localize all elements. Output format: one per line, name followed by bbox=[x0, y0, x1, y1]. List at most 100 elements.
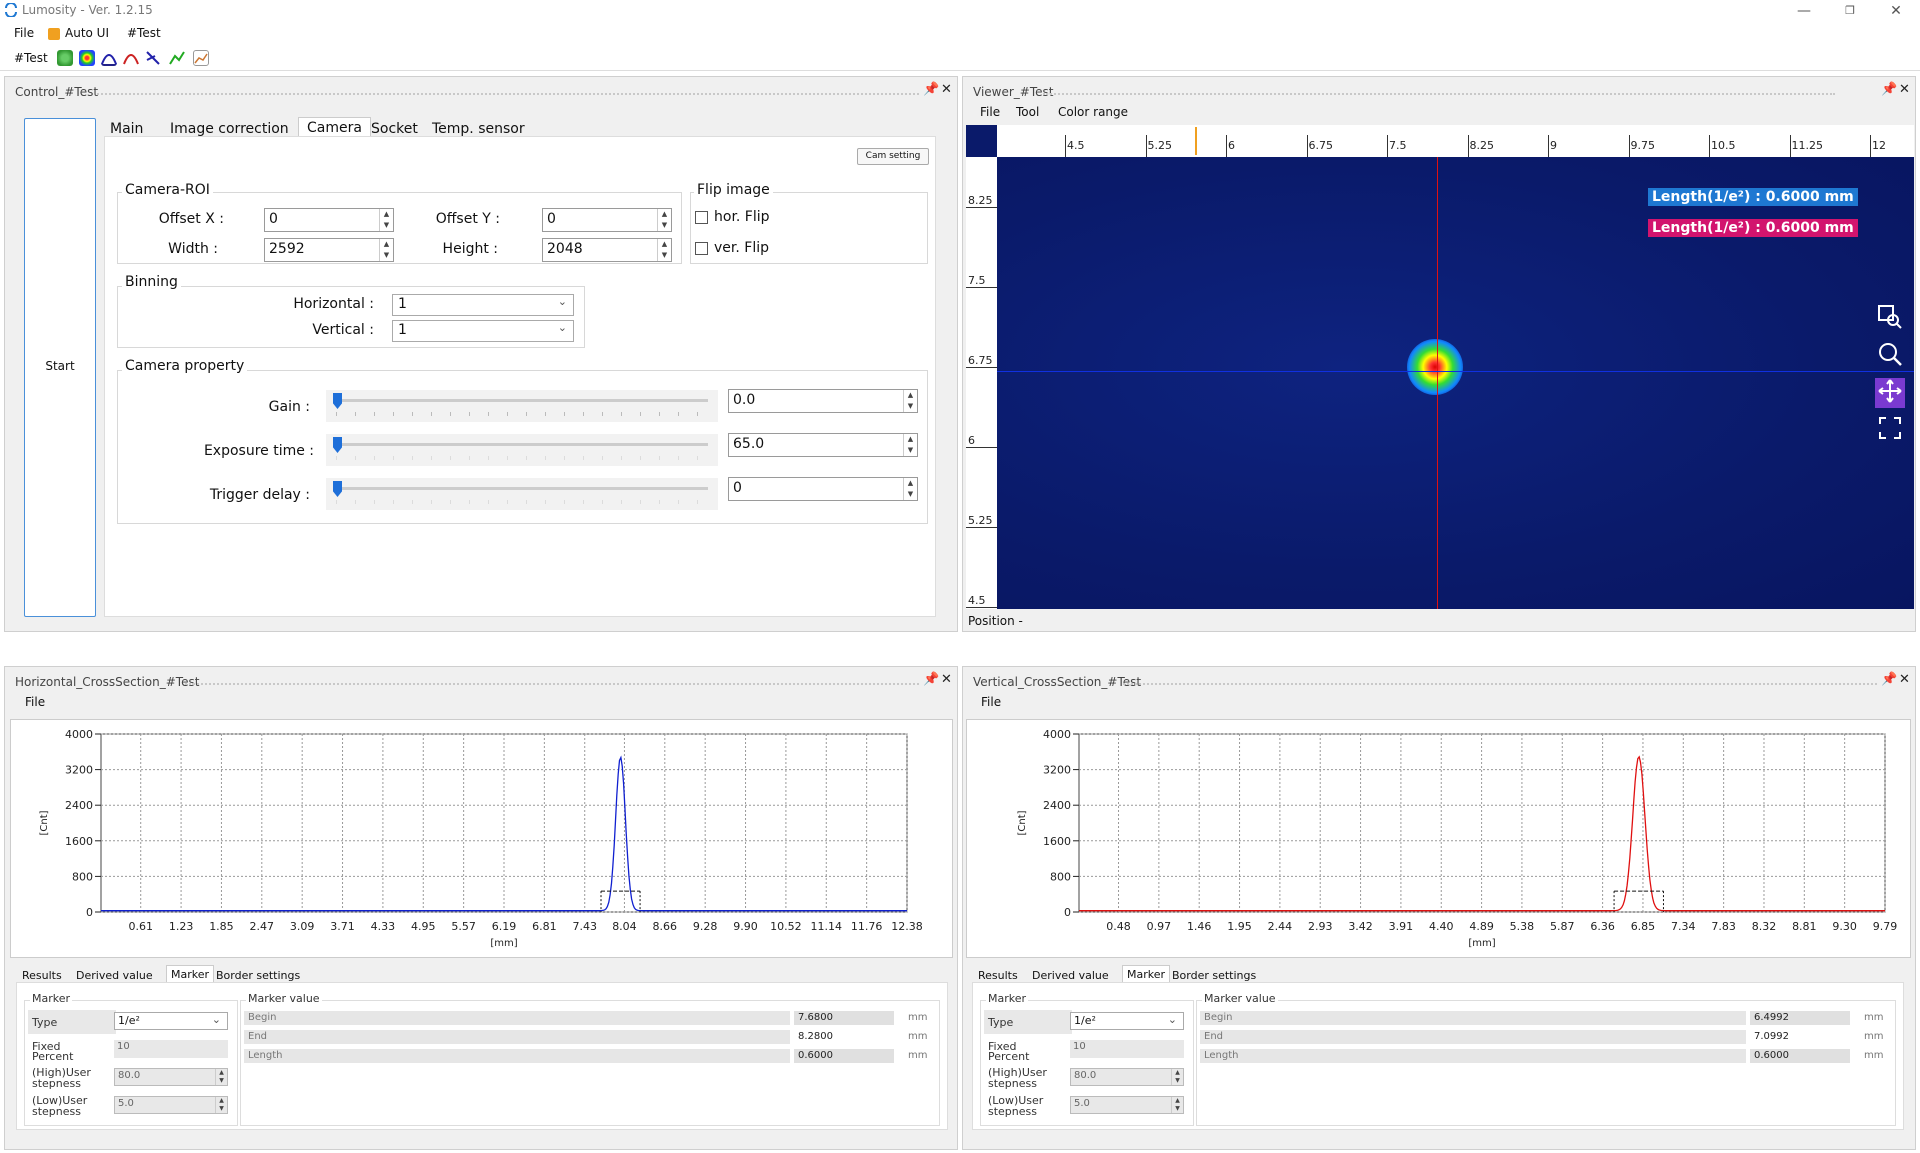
measure-line-icon[interactable] bbox=[145, 50, 161, 66]
x-tick-label: 4.33 bbox=[371, 920, 396, 933]
menu-file[interactable]: File bbox=[14, 26, 34, 40]
pin-icon[interactable]: 📌 bbox=[1881, 672, 1897, 687]
trigger-delay-value: 0 bbox=[733, 480, 742, 496]
hcross-length-unit: mm bbox=[908, 1050, 928, 1061]
vertical-profile-chart[interactable]: 0.48 0.97 1.46 1.95 2.44 2.93 3.42 3.91 4.40 4.89… bbox=[966, 719, 1911, 958]
spin-arrows-icon[interactable]: ▲ ▼ bbox=[657, 209, 671, 231]
viewer-menu-color-range[interactable]: Color range bbox=[1058, 105, 1128, 119]
spin-arrows-icon[interactable]: ▲ ▼ bbox=[903, 434, 917, 456]
tab-image-correction[interactable]: Image correction bbox=[170, 121, 289, 137]
spin-arrows-icon[interactable]: ▲ ▼ bbox=[379, 239, 393, 261]
minimize-icon[interactable]: — bbox=[1784, 0, 1824, 22]
x-tick-label: 6.81 bbox=[532, 920, 557, 933]
slider-track bbox=[336, 487, 708, 490]
tab-socket[interactable]: Socket bbox=[371, 121, 418, 137]
x-tick-label: 9.30 bbox=[1832, 920, 1857, 933]
x-tick-label: 2.44 bbox=[1268, 920, 1293, 933]
pin-icon[interactable]: 📌 bbox=[923, 672, 939, 687]
height-input[interactable]: 2048 ▲ ▼ bbox=[542, 238, 672, 262]
horizontal-binning-select[interactable]: 1 ⌄ bbox=[392, 294, 574, 316]
hcross-fixed-percent-input[interactable]: 10 bbox=[114, 1040, 228, 1058]
width-input[interactable]: 2592 ▲ ▼ bbox=[264, 238, 394, 262]
vcross-tab-derived-value[interactable]: Derived value bbox=[1032, 969, 1109, 982]
hcross-tab-border-settings[interactable]: Border settings bbox=[216, 969, 300, 982]
menu-test[interactable]: #Test bbox=[127, 26, 161, 40]
settings-gear-icon[interactable] bbox=[57, 50, 73, 66]
start-button[interactable]: Start bbox=[24, 118, 96, 617]
trend-chart-icon[interactable] bbox=[193, 50, 209, 66]
curve-fit-icon[interactable] bbox=[101, 50, 117, 66]
spin-arrows-icon[interactable]: ▲ ▼ bbox=[215, 1097, 227, 1113]
red-curve-icon[interactable] bbox=[123, 50, 139, 66]
close-window-icon[interactable]: ✕ bbox=[1876, 0, 1916, 22]
offset-x-label: Offset X : bbox=[158, 211, 224, 227]
close-panel-icon[interactable]: ✕ bbox=[941, 82, 952, 97]
exposure-slider[interactable] bbox=[326, 434, 718, 466]
hcross-type-select[interactable]: 1/e² ⌄ bbox=[114, 1012, 228, 1030]
hcross-menu-file[interactable]: File bbox=[25, 695, 45, 709]
vcross-tab-marker[interactable]: Marker bbox=[1122, 965, 1171, 983]
offset-x-input[interactable]: 0 ▲ ▼ bbox=[264, 208, 394, 232]
magnifier-icon[interactable] bbox=[1875, 341, 1905, 371]
close-panel-icon[interactable]: ✕ bbox=[1899, 82, 1910, 97]
close-panel-icon[interactable]: ✕ bbox=[941, 672, 952, 687]
slider-thumb[interactable] bbox=[333, 481, 342, 497]
hcross-tab-marker[interactable]: Marker bbox=[166, 965, 215, 983]
viewer-menu-tool[interactable]: Tool bbox=[1016, 105, 1039, 119]
spin-arrows-icon[interactable]: ▲ ▼ bbox=[379, 209, 393, 231]
spin-arrows-icon[interactable]: ▲ ▼ bbox=[215, 1069, 227, 1085]
length-label-horizontal: Length(1/e²) : 0.6000 mm bbox=[1648, 188, 1858, 206]
hcross-length-value: 0.6000 bbox=[794, 1049, 894, 1063]
spin-arrows-icon[interactable]: ▲ ▼ bbox=[903, 390, 917, 412]
hcross-high-stepness-input[interactable]: 80.0 ▲ ▼ bbox=[114, 1068, 228, 1086]
horizontal-profile-chart[interactable]: 0.61 1.23 1.85 2.47 3.09 3.71 4.33 4.95 5.57 6.19… bbox=[10, 719, 953, 958]
cam-setting-button[interactable]: Cam setting bbox=[857, 148, 929, 165]
vruler-tick-label: 6 bbox=[968, 434, 975, 447]
vcross-menu-file[interactable]: File bbox=[981, 695, 1001, 709]
trigger-delay-slider[interactable] bbox=[326, 478, 718, 510]
spin-arrows-icon[interactable]: ▲ ▼ bbox=[1171, 1097, 1183, 1113]
hcross-fixed-label-2: Percent bbox=[32, 1050, 74, 1063]
zoom-region-icon[interactable] bbox=[1875, 304, 1905, 334]
hcross-low-stepness-input[interactable]: 5.0 ▲ ▼ bbox=[114, 1096, 228, 1114]
tab-temp-sensor[interactable]: Temp. sensor bbox=[432, 121, 525, 137]
move-icon[interactable] bbox=[1875, 378, 1905, 408]
x-tick-label: 3.42 bbox=[1348, 920, 1373, 933]
green-chart-icon[interactable] bbox=[169, 50, 185, 66]
tab-main[interactable]: Main bbox=[110, 121, 143, 137]
restore-icon[interactable]: ❐ bbox=[1830, 0, 1870, 22]
hcross-tab-results[interactable]: Results bbox=[22, 969, 62, 982]
spin-arrows-icon[interactable]: ▲ ▼ bbox=[1171, 1069, 1183, 1085]
vcross-tab-results[interactable]: Results bbox=[978, 969, 1018, 982]
gain-slider[interactable] bbox=[326, 390, 718, 422]
viewer-menu-file[interactable]: File bbox=[980, 105, 1000, 119]
vcross-high-label-2: stepness bbox=[988, 1077, 1037, 1090]
fit-screen-icon[interactable] bbox=[1875, 415, 1905, 445]
offset-x-value: 0 bbox=[269, 211, 278, 227]
x-tick-label: 9.28 bbox=[693, 920, 718, 933]
vcross-tab-border-settings[interactable]: Border settings bbox=[1172, 969, 1256, 982]
spin-arrows-icon[interactable]: ▲ ▼ bbox=[657, 239, 671, 261]
ver-flip-checkbox[interactable] bbox=[695, 242, 708, 255]
pin-icon[interactable]: 📌 bbox=[1881, 82, 1897, 97]
slider-thumb[interactable] bbox=[333, 437, 342, 453]
vcross-high-stepness-input[interactable]: 80.0 ▲ ▼ bbox=[1070, 1068, 1184, 1086]
offset-y-input[interactable]: 0 ▲ ▼ bbox=[542, 208, 672, 232]
vcross-type-select[interactable]: 1/e² ⌄ bbox=[1070, 1012, 1184, 1030]
close-panel-icon[interactable]: ✕ bbox=[1899, 672, 1910, 687]
gain-input[interactable]: 0.0 ▲ ▼ bbox=[728, 389, 918, 413]
beam-profile-icon[interactable] bbox=[79, 50, 95, 66]
exposure-input[interactable]: 65.0 ▲ ▼ bbox=[728, 433, 918, 457]
spin-arrows-icon[interactable]: ▲ ▼ bbox=[903, 478, 917, 500]
y-tick-label: 1600 bbox=[1043, 835, 1071, 848]
tab-camera[interactable]: Camera bbox=[298, 117, 371, 137]
pin-icon[interactable]: 📌 bbox=[923, 82, 939, 97]
vcross-low-stepness-input[interactable]: 5.0 ▲ ▼ bbox=[1070, 1096, 1184, 1114]
menu-auto-ui[interactable]: Auto UI bbox=[65, 26, 109, 40]
hor-flip-checkbox[interactable] bbox=[695, 211, 708, 224]
slider-thumb[interactable] bbox=[333, 393, 342, 409]
hcross-tab-derived-value[interactable]: Derived value bbox=[76, 969, 153, 982]
vcross-fixed-percent-input[interactable]: 10 bbox=[1070, 1040, 1184, 1058]
trigger-delay-input[interactable]: 0 ▲ ▼ bbox=[728, 477, 918, 501]
vertical-binning-select[interactable]: 1 ⌄ bbox=[392, 320, 574, 342]
